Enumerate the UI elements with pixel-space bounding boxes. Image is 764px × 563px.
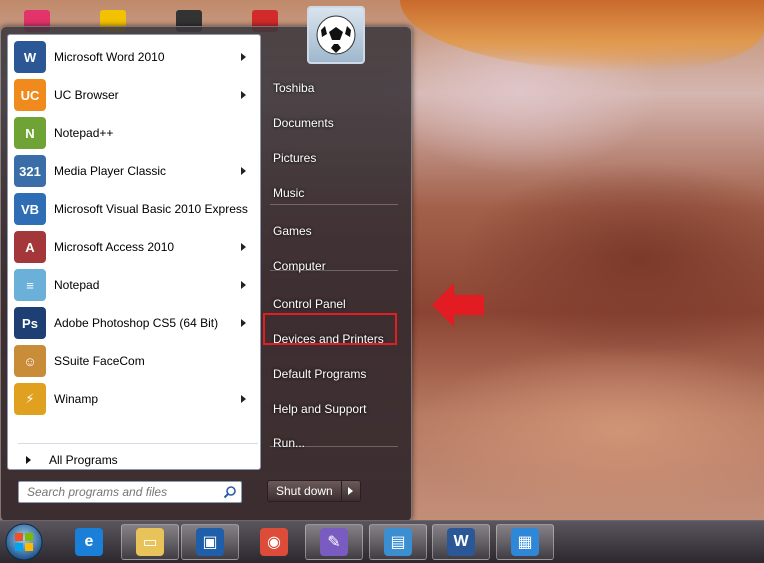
program-label: Winamp — [54, 392, 99, 406]
media-player-classic-icon: 321 — [14, 155, 46, 187]
program-label: Notepad — [54, 278, 100, 292]
program-label: SSuite FaceCom — [54, 354, 145, 368]
start-right-item[interactable]: Computer — [265, 251, 403, 281]
taskbar-button[interactable]: ▦ — [496, 524, 554, 560]
start-right-item[interactable]: Help and Support — [265, 394, 403, 424]
taskbar-button[interactable]: ▤ — [369, 524, 427, 560]
start-menu: W Microsoft Word 2010 UC UC Browser N Notepad… — [0, 6, 412, 522]
start-right-item-label: Help and Support — [273, 402, 367, 416]
start-right-item[interactable]: Default Programs — [265, 359, 403, 389]
program-item[interactable]: UC UC Browser — [12, 77, 256, 113]
program-label: Adobe Photoshop CS5 (64 Bit) — [54, 316, 219, 330]
uc-browser-icon: UC — [14, 79, 46, 111]
arrow-right-icon — [348, 487, 354, 495]
shutdown-group: Shut down — [267, 480, 361, 502]
start-right-item-label: Games — [273, 224, 312, 238]
divider — [18, 443, 258, 444]
start-right-item[interactable]: Toshiba — [265, 73, 403, 103]
control-panel-highlight — [263, 313, 397, 345]
program-label: Media Player Classic — [54, 164, 167, 178]
start-right-item-label: Toshiba — [273, 81, 315, 95]
start-right-item-label: Music — [273, 186, 305, 200]
program-item[interactable]: ⚡ Winamp — [12, 381, 256, 417]
start-right-item-label: Run... — [273, 436, 306, 450]
taskbar: e ▭ ▣ ◉ ✎ ▤ W ▦ — [0, 520, 764, 563]
submenu-arrow-icon[interactable] — [241, 167, 246, 175]
start-right-item[interactable]: Documents — [265, 108, 403, 138]
start-right-item-label: Pictures — [273, 151, 317, 165]
search-input[interactable] — [25, 484, 219, 500]
photoshop-icon: Ps — [14, 307, 46, 339]
submenu-arrow-icon[interactable] — [241, 53, 246, 61]
search-box[interactable] — [18, 481, 242, 503]
user-picture[interactable] — [307, 6, 365, 64]
divider — [270, 446, 398, 447]
submenu-arrow-icon[interactable] — [241, 281, 246, 289]
start-right-item-label: Default Programs — [273, 367, 367, 381]
program-label: Microsoft Visual Basic 2010 Express — [54, 202, 248, 216]
taskbar-button[interactable]: e — [60, 524, 118, 560]
windows-explorer-icon: ▭ — [136, 528, 164, 556]
shutdown-options-button[interactable] — [341, 480, 361, 502]
visual-basic-icon: VB — [14, 193, 46, 225]
facecom-icon: ☺ — [14, 345, 46, 377]
submenu-arrow-icon[interactable] — [241, 91, 246, 99]
rock-arch — [400, 0, 764, 70]
program-label: Notepad++ — [54, 126, 114, 140]
word-icon: W — [447, 528, 475, 556]
photo-viewer-icon: ▤ — [384, 528, 412, 556]
notepad-plus-plus-icon: N — [14, 117, 46, 149]
divider — [270, 204, 398, 205]
start-right-item[interactable]: Games — [265, 216, 403, 246]
soccer-ball-icon — [316, 15, 356, 55]
start-right-item-label: Control Panel — [273, 297, 346, 311]
divider — [270, 270, 398, 271]
internet-explorer-icon: e — [75, 528, 103, 556]
start-button[interactable] — [4, 522, 44, 562]
control-panel-icon: ▦ — [511, 528, 539, 556]
virtualbox-icon: ▣ — [196, 528, 224, 556]
programs-pane: W Microsoft Word 2010 UC UC Browser N Notepad… — [7, 34, 261, 470]
taskbar-button[interactable]: ✎ — [305, 524, 363, 560]
shutdown-button[interactable]: Shut down — [267, 480, 342, 502]
red-arrow-pointer — [432, 283, 484, 327]
winamp-icon: ⚡ — [14, 383, 46, 415]
chrome-icon: ◉ — [260, 528, 288, 556]
arrow-right-icon — [26, 456, 31, 464]
taskbar-button[interactable]: ▭ — [121, 524, 179, 560]
submenu-arrow-icon[interactable] — [241, 395, 246, 403]
all-programs-button[interactable]: All Programs — [18, 449, 258, 471]
program-item[interactable]: ☺ SSuite FaceCom — [12, 343, 256, 379]
notepad-icon: ≡ — [14, 269, 46, 301]
start-right-item[interactable]: Pictures — [265, 143, 403, 173]
access-icon: A — [14, 231, 46, 263]
start-right-item[interactable]: Run... — [265, 428, 403, 458]
taskbar-button[interactable]: ◉ — [245, 524, 303, 560]
word-icon: W — [14, 41, 46, 73]
submenu-arrow-icon[interactable] — [241, 243, 246, 251]
start-right-item-label: Documents — [273, 116, 334, 130]
program-label: UC Browser — [54, 88, 119, 102]
search-icon[interactable] — [223, 485, 237, 499]
program-item[interactable]: 321 Media Player Classic — [12, 153, 256, 189]
paint-icon: ✎ — [320, 528, 348, 556]
program-item[interactable]: A Microsoft Access 2010 — [12, 229, 256, 265]
taskbar-button[interactable]: W — [432, 524, 490, 560]
program-item[interactable]: Ps Adobe Photoshop CS5 (64 Bit) — [12, 305, 256, 341]
program-label: Microsoft Word 2010 — [54, 50, 165, 64]
program-item[interactable]: ≡ Notepad — [12, 267, 256, 303]
all-programs-label: All Programs — [49, 453, 118, 467]
program-item[interactable]: VB Microsoft Visual Basic 2010 Express — [12, 191, 256, 227]
taskbar-button[interactable]: ▣ — [181, 524, 239, 560]
program-item[interactable]: N Notepad++ — [12, 115, 256, 151]
program-item[interactable]: W Microsoft Word 2010 — [12, 39, 256, 75]
submenu-arrow-icon[interactable] — [241, 319, 246, 327]
program-label: Microsoft Access 2010 — [54, 240, 175, 254]
